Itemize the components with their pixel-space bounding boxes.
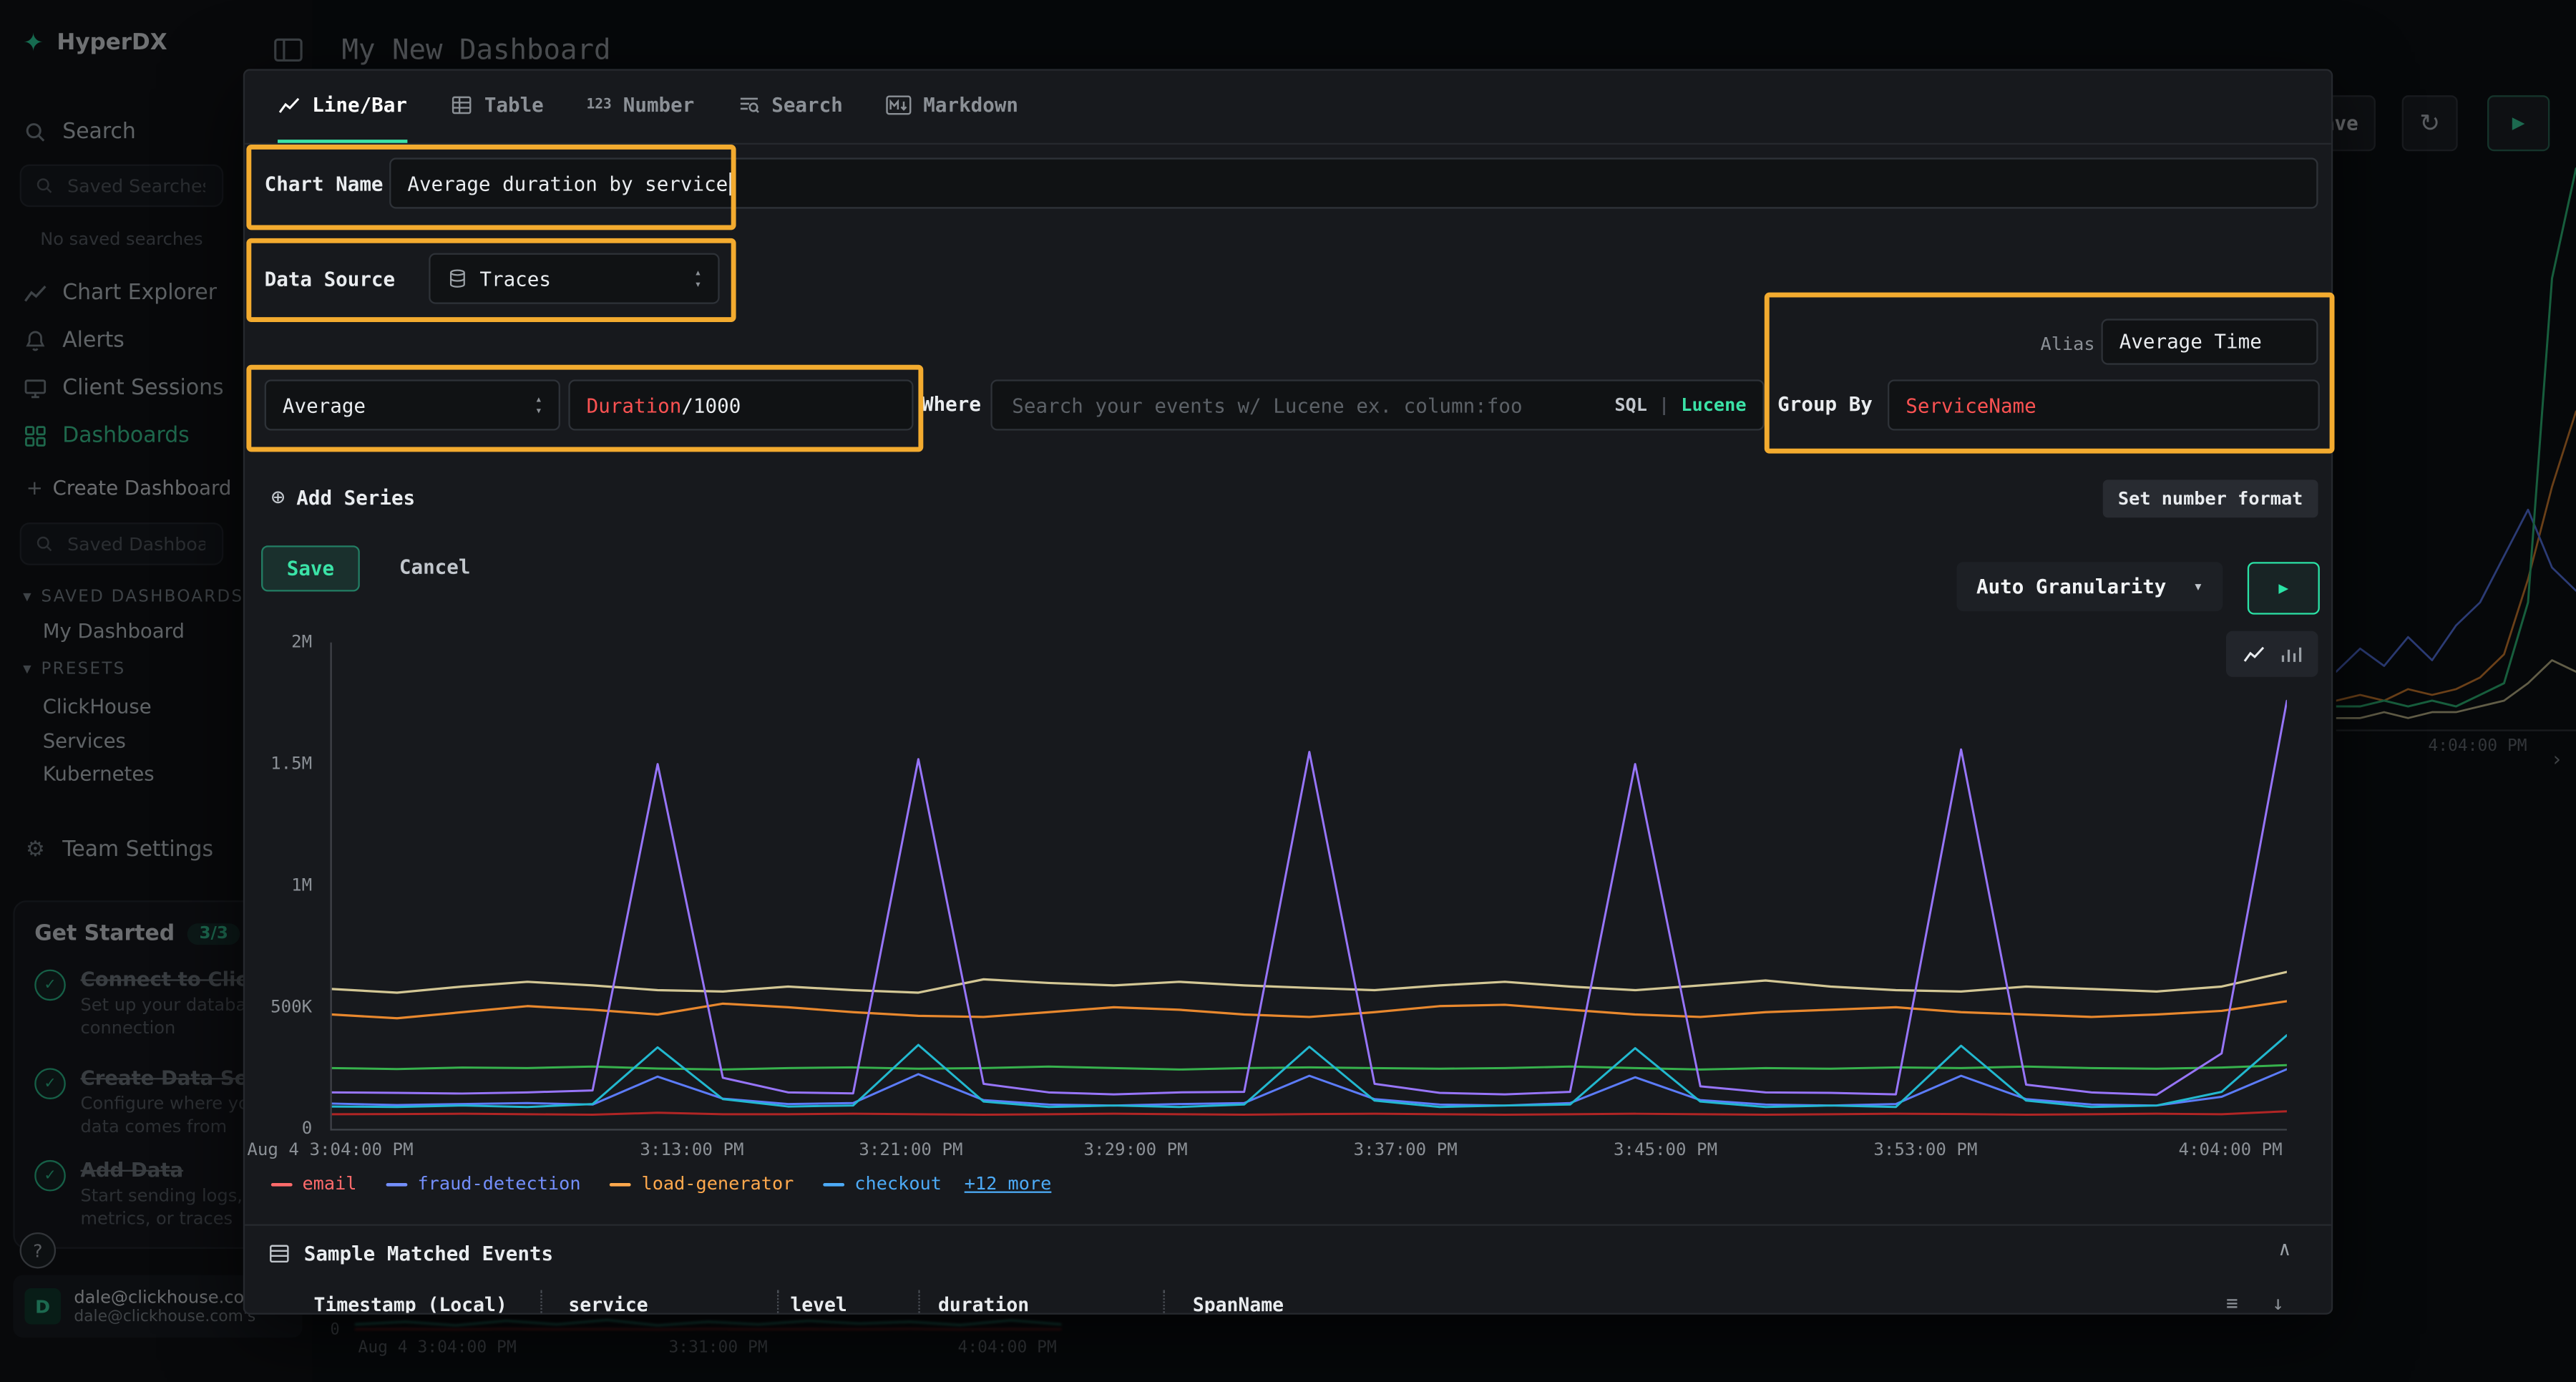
download-icon[interactable]: ↓ (2272, 1292, 2284, 1315)
alias-label: Alias (2041, 334, 2095, 355)
table-icon (268, 1242, 291, 1265)
column-separator (777, 1290, 779, 1314)
x-tick-label: 3:45:00 PM (1614, 1140, 1717, 1160)
where-search-input[interactable]: SQL | Lucene (990, 379, 1764, 430)
chart-display-toggle[interactable] (2226, 631, 2318, 677)
markdown-icon (886, 94, 912, 117)
x-axis-labels: Aug 4 3:04:00 PM3:13:00 PM3:21:00 PM3:29… (330, 1140, 2285, 1163)
sample-events-title: Sample Matched Events (304, 1242, 553, 1265)
data-source-select[interactable]: Traces ▴▾ (429, 253, 719, 304)
number-123-icon: 123 (586, 97, 611, 113)
y-tick-label: 500K (270, 998, 312, 1018)
chart-editor-modal: Line/Bar Table 123 Number Search Markdow… (243, 69, 2333, 1314)
aggregation-select[interactable]: Average ▴▾ (265, 379, 560, 430)
y-tick-label: 0 (302, 1119, 313, 1139)
field-expression-input[interactable]: Duration/1000 (568, 379, 913, 430)
text-cursor (730, 172, 731, 195)
set-number-format-button[interactable]: Set number format (2103, 480, 2318, 517)
group-by-label: Group By (1777, 393, 1873, 416)
y-tick-label: 1M (291, 876, 312, 896)
where-label: Where (922, 393, 981, 416)
legend-label: fraud-detection (417, 1173, 580, 1194)
chevron-down-icon: ▾ (2193, 578, 2203, 595)
legend-item[interactable]: fraud-detection (386, 1173, 581, 1194)
x-tick-label: 4:04:00 PM (2179, 1140, 2283, 1160)
x-tick-label: 3:29:00 PM (1084, 1140, 1188, 1160)
legend-more-link[interactable]: +12 more (965, 1173, 1052, 1194)
x-tick-label: 3:37:00 PM (1354, 1140, 1458, 1160)
tab-number[interactable]: 123 Number (586, 71, 694, 143)
line-chart-icon[interactable] (2243, 643, 2265, 666)
where-search-field[interactable] (1009, 392, 1615, 419)
data-source-label: Data Source (265, 268, 395, 291)
add-series-button[interactable]: ⊕ Add Series (271, 485, 415, 511)
legend-label: load-generator (641, 1173, 794, 1194)
y-axis-labels: 0500K1M1.5M2M (245, 643, 323, 1129)
chart-type-tabs: Line/Bar Table 123 Number Search Markdow… (245, 71, 2331, 145)
x-tick-label: 3:13:00 PM (640, 1140, 743, 1160)
line-chart-icon (278, 94, 301, 117)
legend-item[interactable]: checkout (824, 1173, 942, 1194)
legend-dash (386, 1182, 408, 1186)
list-search-icon (737, 94, 760, 117)
bar-chart-icon[interactable] (2278, 643, 2301, 666)
tab-markdown[interactable]: Markdown (886, 71, 1019, 143)
cancel-button[interactable]: Cancel (383, 545, 487, 588)
legend-dash (610, 1182, 632, 1186)
chart-legend: email fraud-detection load-generator checko… (271, 1173, 942, 1194)
run-chart-button[interactable]: ▶ (2248, 562, 2320, 614)
chevrons-updown-icon: ▴▾ (695, 268, 702, 289)
divider: | (1659, 394, 1669, 416)
y-tick-label: 2M (291, 633, 312, 653)
legend-item[interactable]: email (271, 1173, 357, 1194)
menu-icon[interactable]: ≡ (2226, 1292, 2238, 1315)
chart-name-input[interactable]: Average duration by service (389, 157, 2318, 208)
column-header-level[interactable]: level (790, 1293, 847, 1315)
column-header-service[interactable]: service (568, 1293, 648, 1315)
group-by-input[interactable]: ServiceName (1888, 379, 2320, 430)
legend-label: checkout (854, 1173, 942, 1194)
legend-label: email (302, 1173, 356, 1194)
divider (245, 1224, 2331, 1225)
column-header-spanname[interactable]: SpanName (1193, 1293, 1284, 1315)
chevrons-updown-icon: ▴▾ (535, 394, 542, 416)
plus-circle-icon: ⊕ (271, 485, 285, 511)
y-tick-label: 1.5M (270, 754, 312, 774)
column-header-timestamp[interactable]: Timestamp (Local) (314, 1293, 507, 1315)
legend-dash (271, 1182, 293, 1186)
line-chart-plot[interactable] (330, 643, 2286, 1131)
lucene-toggle[interactable]: Lucene (1681, 394, 1746, 416)
alias-input[interactable]: Average Time (2101, 318, 2318, 364)
column-separator (918, 1290, 919, 1314)
column-header-duration[interactable]: duration (938, 1293, 1029, 1315)
screen: ✦ HyperDX Search No saved searches Chart… (0, 0, 2576, 1382)
x-tick-label: Aug 4 3:04:00 PM (247, 1140, 413, 1160)
table-icon (450, 94, 473, 117)
tab-search[interactable]: Search (737, 71, 843, 143)
database-icon (447, 268, 468, 289)
play-icon: ▶ (2278, 579, 2288, 597)
granularity-select[interactable]: Auto Granularity ▾ (1956, 562, 2223, 611)
collapse-section-icon[interactable]: ∧ (2278, 1237, 2290, 1260)
sql-toggle[interactable]: SQL (1614, 394, 1647, 416)
tab-line-bar[interactable]: Line/Bar (278, 71, 407, 143)
legend-item[interactable]: load-generator (610, 1173, 794, 1194)
column-separator (1163, 1290, 1165, 1314)
chart-name-label: Chart Name (265, 172, 384, 195)
column-separator (540, 1290, 542, 1314)
x-tick-label: 3:53:00 PM (1873, 1140, 1977, 1160)
legend-dash (824, 1182, 845, 1186)
save-button[interactable]: Save (261, 545, 360, 591)
x-tick-label: 3:21:00 PM (859, 1140, 962, 1160)
tab-table[interactable]: Table (450, 71, 544, 143)
